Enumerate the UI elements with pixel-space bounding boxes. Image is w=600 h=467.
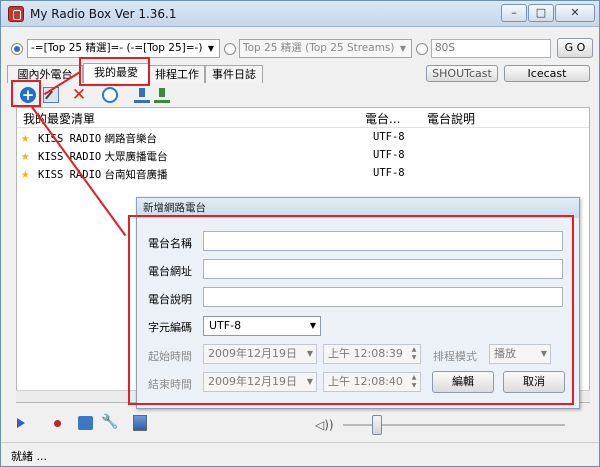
star-icon: ★ [21,148,30,164]
streams-combo[interactable]: Top 25 精選 (Top 25 Streams) ▼ [239,39,412,58]
add-button-highlight-box [11,80,41,107]
streams-combo-value: Top 25 精選 (Top 25 Streams) [243,42,395,54]
dialog-highlight-box [128,215,574,405]
radio-app-icon [8,6,24,22]
wrench-icon[interactable]: 🔧 [101,415,118,430]
station-encoding: UTF-8 [373,149,405,161]
station-name: KISS RADIO 台南知音廣播 [38,169,168,181]
minimize-button[interactable]: – [501,4,527,22]
column-description[interactable]: 電台說明 [427,110,475,127]
maximize-button[interactable]: □ [528,4,554,22]
tag-icon[interactable] [78,416,93,430]
import-icon[interactable] [154,87,170,103]
search-input[interactable]: 80S [431,39,551,58]
schedule-clock-icon[interactable] [102,87,118,103]
station-encoding: UTF-8 [373,131,405,143]
tab-event-log[interactable]: 事件日誌 [205,65,263,83]
playlist-combo-value: -=[Top 25 精選]=- (-=[Top 25]=-) [31,42,203,54]
station-encoding: UTF-8 [373,167,405,179]
record-icon[interactable] [54,420,61,427]
play-icon[interactable] [17,418,25,428]
column-encoding[interactable]: 電台... [365,110,400,127]
list-header: 我的最愛清單 電台... 電台說明 [17,108,589,128]
volume-slider-thumb[interactable] [372,415,382,435]
star-icon: ★ [21,130,30,146]
source-radio-streams[interactable] [224,43,236,55]
chevron-down-icon: ▼ [207,44,215,53]
go-button[interactable]: G O [557,38,593,58]
close-button[interactable]: ✕ [555,4,595,22]
status-bar: 就緒 ... [1,442,599,466]
source-radio-main[interactable] [11,43,23,55]
star-icon: ★ [21,166,30,182]
status-text: 就緒 ... [11,450,47,463]
tab-highlight-box [79,57,150,86]
list-item[interactable]: ★ KISS RADIO 台南知音廣播 UTF-8 [17,166,589,183]
list-item[interactable]: ★ KISS RADIO 網路音樂台 UTF-8 [17,130,589,147]
title-bar: My Radio Box Ver 1.36.1 – □ ✕ [1,1,599,27]
tab-schedule[interactable]: 排程工作 [149,65,205,83]
station-name: KISS RADIO 大眾廣播電台 [38,151,168,163]
export-icon[interactable] [134,87,150,103]
source-radio-search[interactable] [416,43,428,55]
window-title: My Radio Box Ver 1.36.1 [30,7,177,21]
shoutcast-button[interactable]: SHOUTcast [426,65,498,82]
delete-icon[interactable]: ✕ [71,87,87,104]
volume-icon: ◁)) [315,418,334,432]
chevron-down-icon: ▼ [399,44,407,53]
app-window-icon[interactable] [133,415,147,431]
list-item[interactable]: ★ KISS RADIO 大眾廣播電台 UTF-8 [17,148,589,165]
playlist-combo[interactable]: -=[Top 25 精選]=- (-=[Top 25]=-) ▼ [27,39,220,58]
icecast-button[interactable]: Icecast [504,65,590,82]
